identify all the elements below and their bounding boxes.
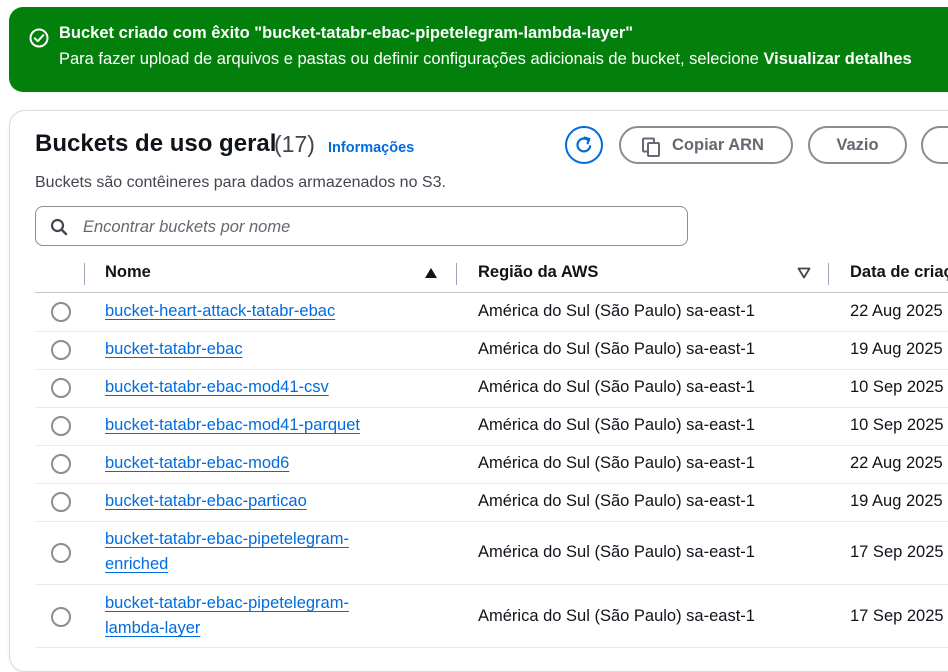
table-row[interactable]: bucket-heart-attack-tatabr-ebac América … <box>35 293 948 332</box>
bucket-creation-date: 17 Sep 2025 <box>850 607 944 625</box>
sort-icon[interactable] <box>797 267 811 279</box>
column-divider[interactable] <box>828 263 829 285</box>
bucket-region: América do Sul (São Paulo) sa-east-1 <box>478 340 755 358</box>
copy-arn-button[interactable]: Copiar ARN <box>619 126 793 164</box>
bucket-creation-date: 19 Aug 2025 <box>850 340 943 358</box>
check-circle-icon <box>29 28 49 48</box>
success-flash-banner: Bucket criado com êxito "bucket-tatabr-e… <box>9 7 948 92</box>
bucket-creation-date: 19 Aug 2025 <box>850 492 943 510</box>
flash-message-text: Para fazer upload de arquivos e pastas o… <box>59 50 764 68</box>
copy-icon <box>642 137 660 157</box>
search-icon <box>50 218 68 236</box>
bucket-region: América do Sul (São Paulo) sa-east-1 <box>478 454 755 472</box>
bucket-region: América do Sul (São Paulo) sa-east-1 <box>478 607 755 625</box>
row-radio[interactable] <box>51 492 71 512</box>
refresh-button[interactable] <box>565 126 603 164</box>
view-details-link[interactable]: Visualizar detalhes <box>763 50 911 68</box>
flash-message: Para fazer upload de arquivos e pastas o… <box>59 50 912 69</box>
table-row[interactable]: bucket-tatabr-ebac-pipetelegram-enriched… <box>35 521 948 585</box>
bucket-name-link[interactable]: bucket-tatabr-ebac-mod41-csv <box>105 375 329 400</box>
refresh-icon <box>576 136 592 153</box>
bucket-region: América do Sul (São Paulo) sa-east-1 <box>478 543 755 561</box>
bucket-name-link[interactable]: bucket-tatabr-ebac-mod6 <box>105 451 289 476</box>
table-row[interactable]: bucket-tatabr-ebac-mod41-parquet América… <box>35 407 948 446</box>
bucket-name-link[interactable]: bucket-tatabr-ebac-pipetelegram-lambda-l… <box>105 591 385 641</box>
bucket-creation-date: 10 Sep 2025 <box>850 378 944 396</box>
bucket-name-link[interactable]: bucket-tatabr-ebac <box>105 337 243 362</box>
bucket-name-link[interactable]: bucket-tatabr-ebac-pipetelegram-enriched <box>105 527 385 577</box>
empty-button[interactable]: Vazio <box>808 126 907 164</box>
search-input[interactable] <box>81 214 675 240</box>
column-header-creation-date[interactable]: Data de criação <box>850 263 948 282</box>
bucket-creation-date: 10 Sep 2025 <box>850 416 944 434</box>
table-row[interactable]: bucket-tatabr-ebac América do Sul (São P… <box>35 331 948 370</box>
row-radio[interactable] <box>51 454 71 474</box>
bucket-creation-date: 22 Aug 2025 <box>850 302 943 320</box>
row-radio[interactable] <box>51 340 71 360</box>
flash-title: Bucket criado com êxito "bucket-tatabr-e… <box>59 24 634 42</box>
bucket-name-link[interactable]: bucket-tatabr-ebac-mod41-parquet <box>105 413 360 438</box>
bucket-region: América do Sul (São Paulo) sa-east-1 <box>478 302 755 320</box>
row-radio[interactable] <box>51 543 71 563</box>
column-header-region[interactable]: Região da AWS <box>478 263 598 282</box>
column-divider[interactable] <box>456 263 457 285</box>
row-radio[interactable] <box>51 378 71 398</box>
bucket-name-link[interactable]: bucket-heart-attack-tatabr-ebac <box>105 299 335 324</box>
table-row[interactable]: bucket-tatabr-ebac-pipetelegram-lambda-l… <box>35 584 948 648</box>
bucket-count: (17) <box>274 131 315 157</box>
row-radio[interactable] <box>51 607 71 627</box>
row-radio[interactable] <box>51 416 71 436</box>
bucket-creation-date: 22 Aug 2025 <box>850 454 943 472</box>
page-description: Buckets são contêineres para dados armaz… <box>35 174 446 191</box>
table-row[interactable]: bucket-tatabr-ebac-particao América do S… <box>35 483 948 522</box>
bucket-region: América do Sul (São Paulo) sa-east-1 <box>478 416 755 434</box>
bucket-region: América do Sul (São Paulo) sa-east-1 <box>478 378 755 396</box>
page-title: Buckets de uso geral <box>35 130 277 157</box>
table-row[interactable]: bucket-tatabr-ebac-mod41-csv América do … <box>35 369 948 408</box>
info-link[interactable]: Informações <box>328 140 414 156</box>
bucket-name-link[interactable]: bucket-tatabr-ebac-particao <box>105 489 307 514</box>
column-header-name[interactable]: Nome <box>105 263 151 282</box>
row-radio[interactable] <box>51 302 71 322</box>
sort-ascending-icon[interactable] <box>424 267 438 279</box>
bucket-creation-date: 17 Sep 2025 <box>850 543 944 561</box>
copy-arn-label: Copiar ARN <box>672 136 764 154</box>
search-box <box>35 206 688 246</box>
table-row[interactable]: bucket-tatabr-ebac-mod6 América do Sul (… <box>35 445 948 484</box>
bucket-region: América do Sul (São Paulo) sa-east-1 <box>478 492 755 510</box>
column-divider <box>84 263 85 285</box>
